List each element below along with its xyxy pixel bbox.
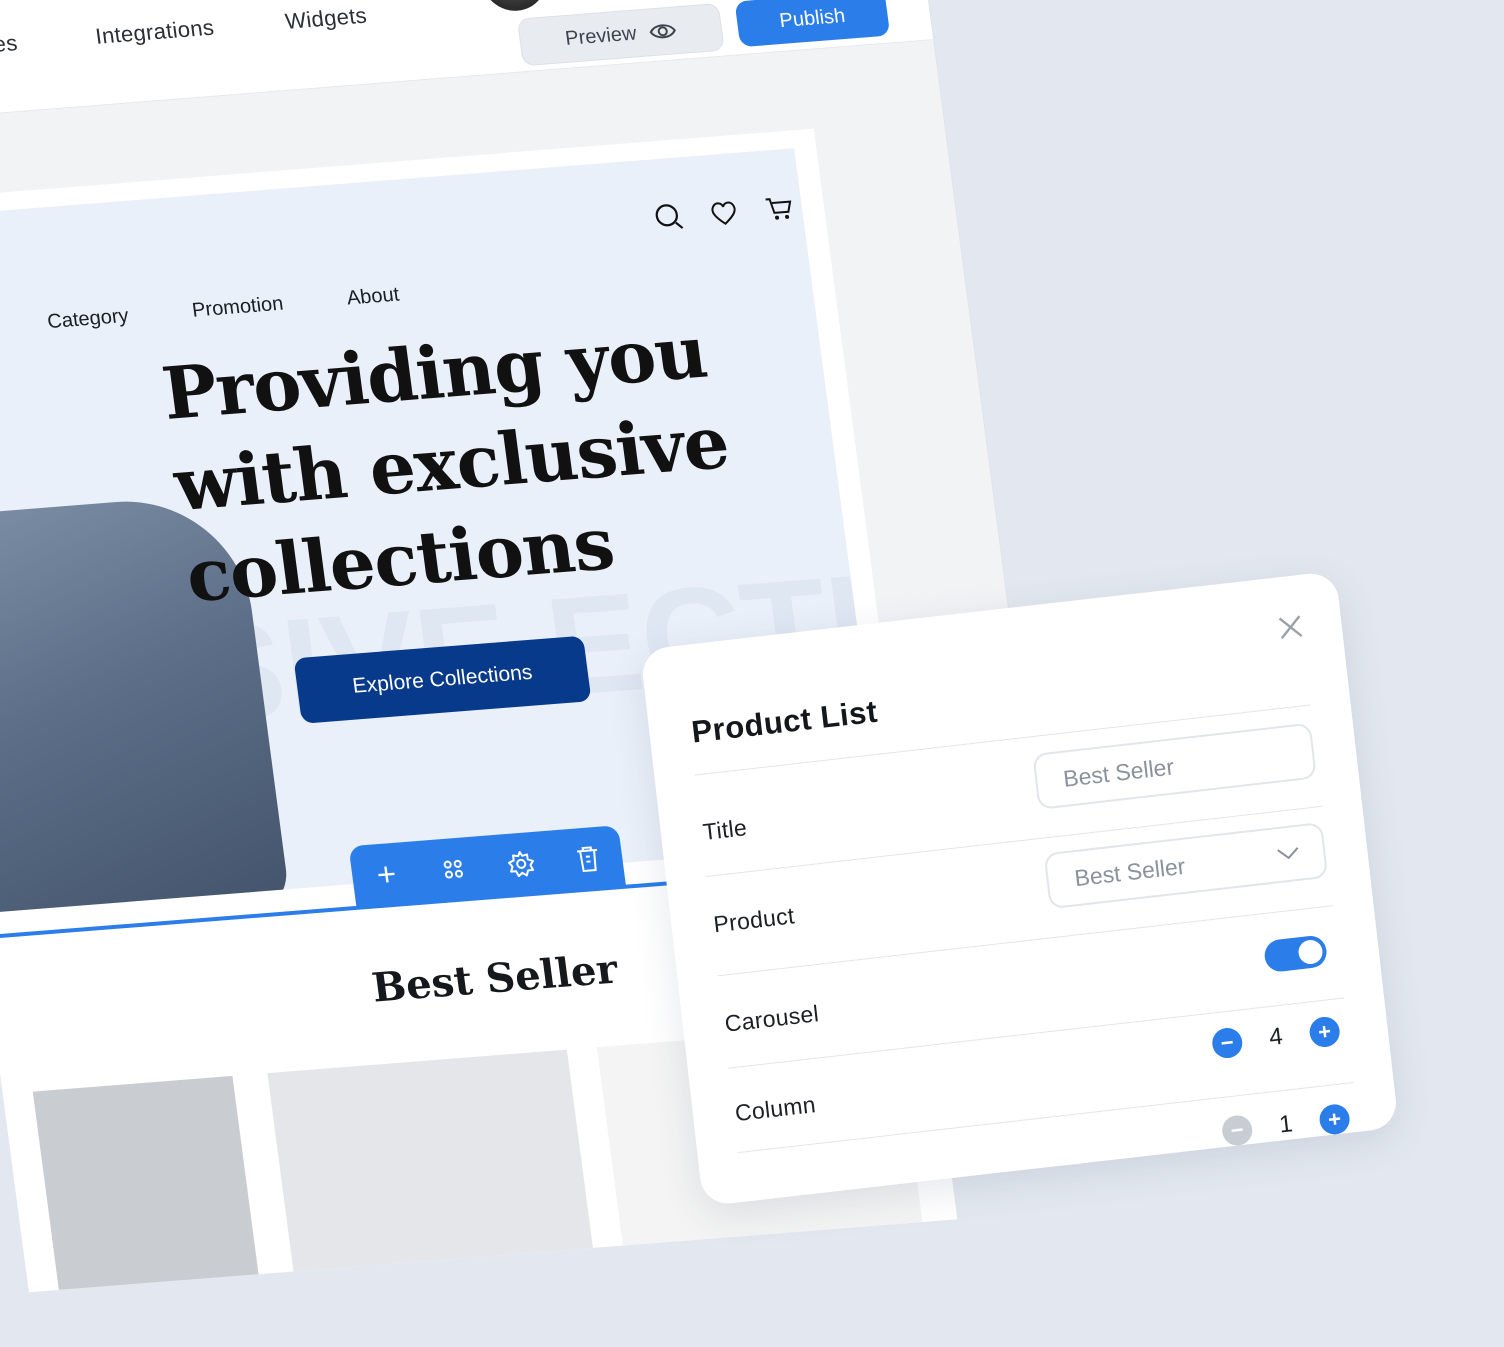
title-label: Title (701, 814, 749, 845)
close-icon[interactable] (1276, 613, 1305, 642)
eye-icon (649, 24, 676, 39)
avatar[interactable] (477, 0, 550, 14)
increment-button[interactable]: + (1317, 1102, 1352, 1136)
nav-integrations[interactable]: Integrations (94, 15, 216, 50)
nav-widgets[interactable]: Widgets (284, 3, 369, 35)
settings-gear-icon[interactable] (502, 846, 540, 882)
add-block-icon[interactable] (367, 856, 405, 892)
est-badge: EST 2021 (813, 292, 882, 436)
preview-label: Preview (563, 21, 638, 50)
carousel-count: 4 (1267, 1022, 1285, 1052)
heart-icon[interactable] (707, 197, 741, 229)
carousel-stepper: − 4 + (1210, 1013, 1342, 1061)
hero-headline: Providing you with exclusive collections (157, 308, 734, 619)
publish-button[interactable]: Publish (734, 0, 891, 48)
product-select-value: Best Seller (1073, 852, 1187, 891)
nav-templates[interactable]: emplates (0, 30, 19, 63)
site-nav-category[interactable]: Category (46, 305, 130, 334)
editor-topbar: emplates Integrations Widgets Preview Pu… (0, 0, 934, 124)
preview-button[interactable]: Preview (516, 2, 725, 67)
product-list-panel: Product List Title Best Seller Product B… (640, 570, 1399, 1207)
site-nav-about[interactable]: About (346, 284, 401, 311)
column-count: 1 (1277, 1110, 1295, 1139)
chevron-down-icon (1277, 847, 1299, 860)
increment-button[interactable]: + (1308, 1015, 1342, 1049)
search-icon[interactable] (652, 201, 686, 233)
decrement-button[interactable]: − (1220, 1113, 1254, 1148)
cart-icon[interactable] (762, 192, 796, 224)
carousel-toggle[interactable] (1262, 934, 1329, 974)
column-label: Column (733, 1091, 818, 1127)
trash-icon[interactable] (569, 840, 607, 876)
best-seller-title: Best Seller (369, 945, 621, 1012)
drag-handle-icon[interactable] (434, 851, 472, 887)
product-image[interactable] (32, 1075, 259, 1290)
product-label: Product (712, 902, 796, 938)
panel-title: Product List (689, 693, 880, 750)
product-image[interactable] (267, 1049, 593, 1272)
divider (717, 905, 1334, 977)
carousel-label: Carousel (723, 1000, 821, 1037)
title-input[interactable]: Best Seller (1032, 722, 1317, 810)
product-select[interactable]: Best Seller (1043, 821, 1329, 910)
decrement-button[interactable]: − (1210, 1026, 1244, 1060)
column-stepper: − 1 + (1220, 1101, 1352, 1149)
site-nav-promotion[interactable]: Promotion (191, 293, 285, 323)
est-badge-text: EST 2021 (832, 320, 865, 409)
